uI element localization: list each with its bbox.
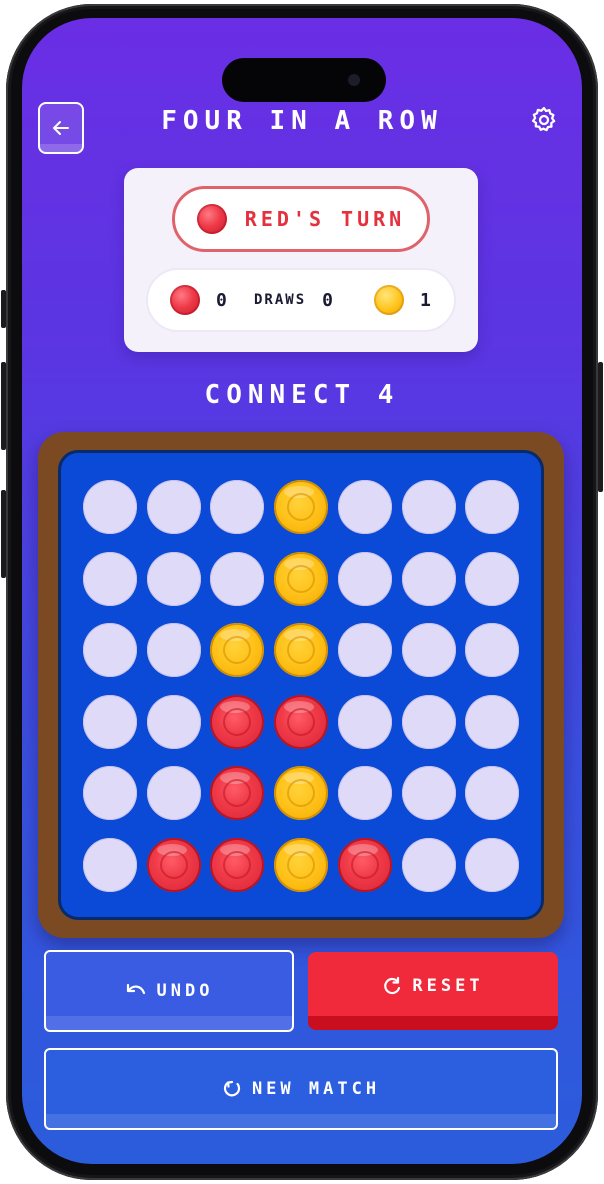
board-cell-r6-c2[interactable] (146, 837, 201, 892)
board-cell-r6-c3[interactable] (210, 837, 265, 892)
board-cell-r2-c1[interactable] (83, 551, 137, 606)
board-cell-r5-c4[interactable] (274, 766, 329, 820)
board-cell-r2-c7[interactable] (465, 551, 520, 606)
power-button (598, 362, 603, 492)
board-cell-r4-c3[interactable] (210, 694, 265, 749)
undo-icon (126, 983, 145, 995)
undo-button[interactable]: UNDO (44, 950, 294, 1032)
board-cell-r5-c6[interactable] (401, 766, 456, 820)
board-cell-r1-c6[interactable] (401, 480, 456, 534)
board-cell-r5-c5[interactable] (337, 766, 392, 820)
mute-switch (1, 290, 6, 328)
board-cell-r6-c4[interactable] (274, 837, 329, 892)
draws-label: DRAWS (254, 292, 307, 308)
board-cell-r4-c2[interactable] (146, 694, 201, 749)
refresh-icon (223, 1080, 241, 1097)
board-cell-r1-c4[interactable] (274, 480, 329, 534)
board-cell-r2-c3[interactable] (210, 551, 265, 606)
board-cell-r2-c4[interactable] (274, 551, 329, 606)
board-cell-r1-c3[interactable] (210, 480, 265, 534)
board-cell-r2-c2[interactable] (146, 551, 201, 606)
board-cell-r1-c7[interactable] (465, 480, 520, 534)
volume-up-button (1, 362, 6, 450)
turn-indicator: RED'S TURN (172, 186, 430, 252)
reset-icon (384, 976, 401, 995)
scoreboard: 0 DRAWS 0 1 (146, 268, 456, 332)
red-score: 0 (216, 289, 227, 311)
reset-label: RESET (412, 976, 484, 996)
gear-icon (532, 107, 556, 132)
page-title: FOUR IN A ROW (161, 106, 443, 136)
red-disc-icon (196, 204, 227, 234)
board-cell-r3-c6[interactable] (401, 623, 456, 677)
board-cell-r4-c1[interactable] (83, 694, 137, 749)
board-cell-r2-c5[interactable] (337, 551, 392, 606)
dynamic-island (222, 58, 386, 102)
status-card: RED'S TURN 0 DRAWS 0 1 (124, 168, 478, 352)
new-match-button[interactable]: NEW MATCH (44, 1048, 558, 1130)
board-cell-r5-c3[interactable] (210, 766, 265, 820)
yellow-disc-icon (374, 285, 404, 315)
board-cell-r2-c6[interactable] (401, 551, 456, 606)
board-cell-r3-c1[interactable] (83, 623, 137, 677)
board-cell-r4-c5[interactable] (337, 694, 392, 749)
board-cell-r3-c7[interactable] (465, 623, 520, 677)
board-cell-r1-c1[interactable] (83, 480, 137, 534)
board-cell-r3-c5[interactable] (337, 623, 392, 677)
volume-down-button (1, 490, 6, 578)
board-cell-r3-c2[interactable] (146, 623, 201, 677)
turn-label: RED'S TURN (244, 207, 406, 231)
board-cell-r6-c6[interactable] (401, 837, 456, 892)
reset-button[interactable]: RESET (308, 952, 558, 1030)
board-cell-r6-c7[interactable] (465, 837, 520, 892)
board-cell-r3-c4[interactable] (274, 623, 329, 677)
board-cell-r3-c3[interactable] (210, 623, 265, 677)
board-cell-r1-c5[interactable] (337, 480, 392, 534)
red-disc-icon (170, 285, 200, 315)
board-cell-r6-c5[interactable] (337, 837, 392, 892)
board-cell-r4-c4[interactable] (274, 694, 329, 749)
board-cell-r5-c2[interactable] (146, 766, 201, 820)
game-subtitle: CONNECT 4 (204, 380, 400, 410)
game-screen: FOUR IN A ROW RED'S TURN 0 DRAWS 0 1 CON… (22, 18, 582, 1164)
draws-score: 0 (322, 289, 333, 311)
board-cell-r5-c1[interactable] (83, 766, 137, 820)
settings-button[interactable] (528, 104, 560, 136)
undo-label: UNDO (156, 981, 214, 1001)
board-cell-r4-c7[interactable] (465, 694, 520, 749)
board-cell-r1-c2[interactable] (146, 480, 201, 534)
board-cell-r5-c7[interactable] (465, 766, 520, 820)
board-frame (38, 432, 564, 938)
yellow-score: 1 (420, 289, 431, 311)
game-board (58, 450, 544, 920)
board-cell-r6-c1[interactable] (83, 837, 137, 892)
board-cell-r4-c6[interactable] (401, 694, 456, 749)
new-match-label: NEW MATCH (251, 1079, 381, 1099)
